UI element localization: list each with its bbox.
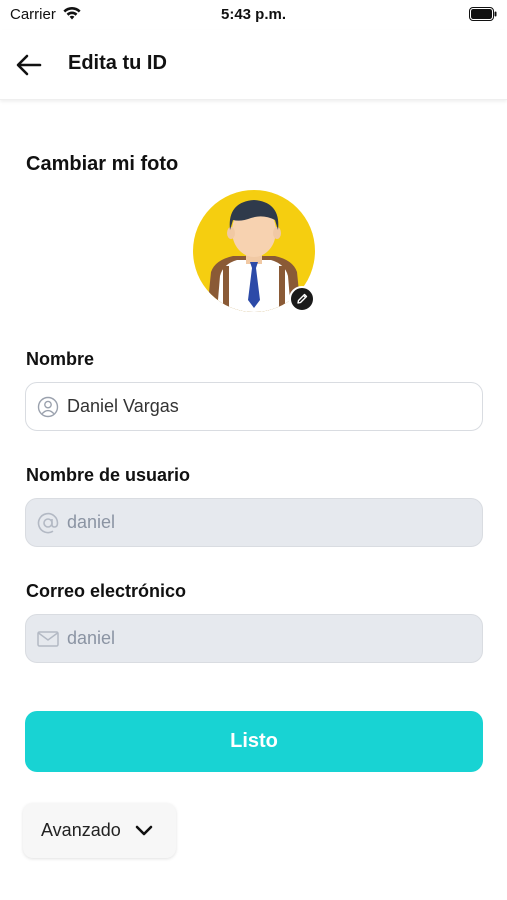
advanced-button[interactable]: Avanzado — [23, 803, 176, 858]
username-label: Nombre de usuario — [26, 465, 191, 485]
name-input[interactable] — [67, 386, 447, 427]
name-field[interactable] — [25, 382, 483, 431]
nav-bar: Edita tu ID — [0, 30, 507, 100]
mail-icon — [36, 627, 60, 651]
username-field — [25, 498, 483, 547]
at-icon — [36, 511, 60, 535]
chevron-down-icon — [135, 822, 153, 840]
back-button[interactable] — [12, 50, 46, 80]
arrow-left-icon — [16, 54, 42, 76]
user-icon — [36, 395, 60, 419]
page-title: Edita tu ID — [68, 52, 167, 74]
change-photo-title: Cambiar mi foto — [26, 153, 179, 175]
clock: 5:43 p.m. — [220, 6, 287, 23]
status-bar: Carrier 5:43 p.m. — [0, 0, 507, 30]
battery-icon — [469, 7, 497, 21]
pencil-icon — [297, 293, 308, 304]
email-input — [67, 618, 447, 659]
done-button[interactable]: Listo — [25, 711, 483, 772]
avatar-button[interactable] — [193, 190, 315, 312]
username-input — [67, 502, 447, 543]
advanced-label: Avanzado — [41, 820, 121, 840]
name-label: Nombre — [26, 349, 95, 369]
email-label: Correo electrónico — [26, 581, 187, 601]
email-field — [25, 614, 483, 663]
edit-photo-badge[interactable] — [289, 286, 315, 312]
